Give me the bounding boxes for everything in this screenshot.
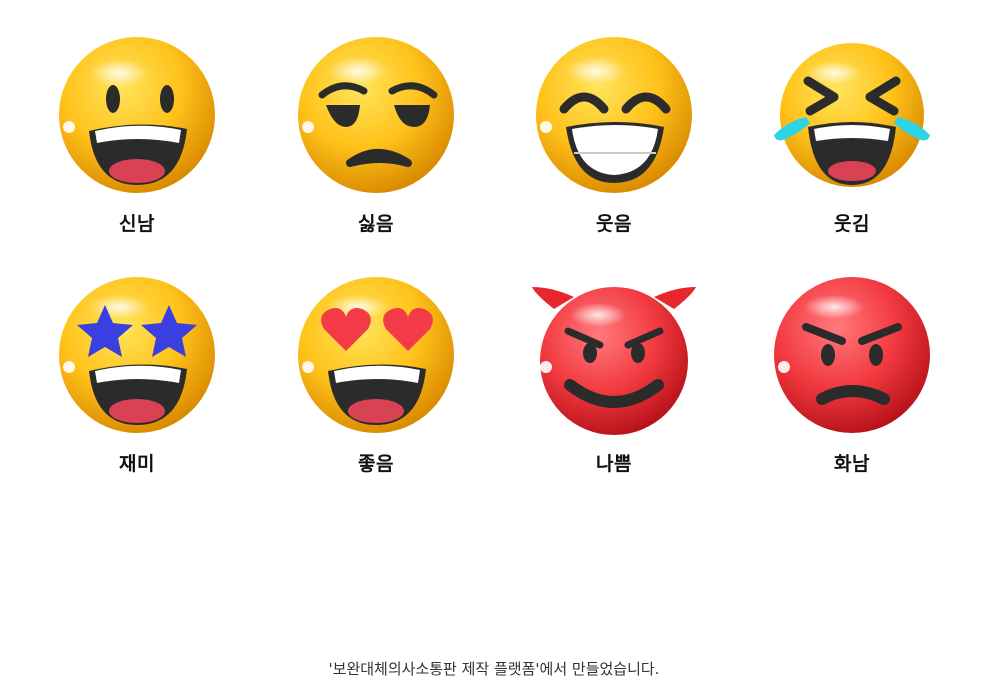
emoji-label: 재미 xyxy=(119,453,155,475)
emoji-label: 싫음 xyxy=(358,213,394,235)
emoji-label: 좋음 xyxy=(358,453,394,475)
emoji-card-funny[interactable]: 웃김 xyxy=(752,35,952,236)
beaming-face-icon xyxy=(536,37,692,193)
emoji-card-excited[interactable]: 신남 xyxy=(37,35,237,236)
emoji-card-like[interactable]: 좋음 xyxy=(276,275,476,476)
emoji-label: 웃음 xyxy=(596,213,632,235)
credit-text: '보완대체의사소통판 제작 플랫폼'에서 만들었습니다. xyxy=(328,660,660,678)
emoji-card-laugh[interactable]: 웃음 xyxy=(514,35,714,236)
emoji-label: 웃김 xyxy=(834,213,870,235)
emoji-card-angry[interactable]: 화남 xyxy=(752,275,952,476)
emoji-label: 나쁨 xyxy=(596,453,632,475)
smiling-devil-face-icon xyxy=(532,287,696,435)
angry-face-icon xyxy=(774,277,930,433)
emoji-card-fun[interactable]: 재미 xyxy=(37,275,237,476)
star-struck-face-icon xyxy=(59,277,215,433)
emoji-card-dislike[interactable]: 싫음 xyxy=(276,35,476,236)
emoji-board: 신남 싫음 웃음 웃김 재미 좋음 나쁨 화남 '보완대체의사소통판 제작 플랫… xyxy=(0,0,988,700)
emoji-card-bad[interactable]: 나쁨 xyxy=(514,275,714,476)
tears-of-joy-face-icon xyxy=(774,43,930,187)
grinning-face-icon xyxy=(59,37,215,193)
emoji-label: 화남 xyxy=(834,453,870,475)
unamused-face-icon xyxy=(298,37,454,193)
heart-eyes-face-icon xyxy=(298,277,454,433)
emoji-label: 신남 xyxy=(119,213,155,235)
